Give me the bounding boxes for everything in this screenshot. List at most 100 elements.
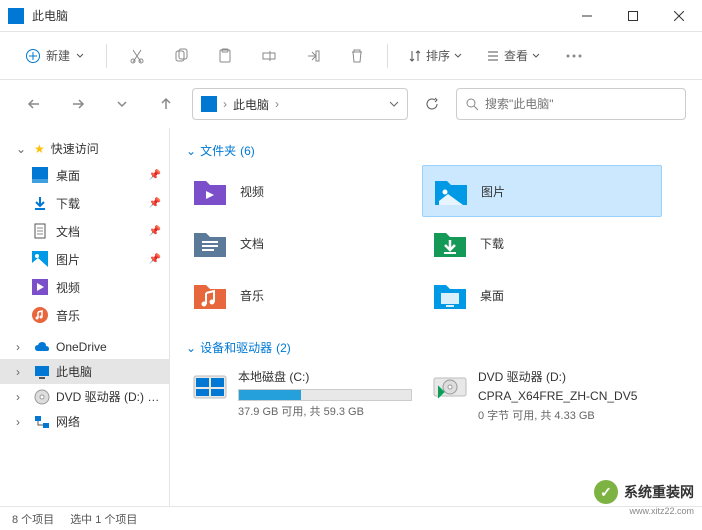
watermark-url: www.xitz22.com	[629, 506, 694, 516]
view-icon	[486, 49, 500, 63]
more-button[interactable]	[556, 38, 592, 74]
recent-button[interactable]	[104, 86, 140, 122]
search-icon	[465, 97, 479, 111]
chevron-down-icon: ⌄	[16, 142, 28, 156]
music-icon	[32, 307, 48, 323]
back-button[interactable]	[16, 86, 52, 122]
refresh-button[interactable]	[416, 88, 448, 120]
body-area: ⌄ ★ 快速访问 桌面 📌 下载 📌 文档 📌 图片	[0, 128, 702, 506]
rename-button[interactable]	[251, 38, 287, 74]
folder-label: 视频	[240, 183, 264, 200]
trash-icon	[349, 48, 365, 64]
app-icon	[8, 8, 24, 24]
chevron-right-icon: ›	[16, 365, 28, 379]
sidebar-onedrive[interactable]: › OneDrive	[0, 335, 169, 359]
drive-name: DVD 驱动器 (D:)	[478, 368, 652, 385]
drives-grid: 本地磁盘 (C:) 37.9 GB 可用, 共 59.3 GB DVD 驱动器 …	[182, 362, 690, 429]
breadcrumb-location[interactable]: 此电脑	[233, 96, 269, 113]
sidebar-item-downloads[interactable]: 下载 📌	[0, 189, 169, 217]
separator	[387, 44, 388, 68]
folder-label: 文档	[240, 235, 264, 252]
folder-desktop[interactable]: 桌面	[422, 269, 662, 321]
drive-c[interactable]: 本地磁盘 (C:) 37.9 GB 可用, 共 59.3 GB	[182, 362, 422, 429]
chevron-down-icon	[454, 52, 462, 60]
selected-count: 选中 1 个项目	[70, 511, 137, 527]
search-box[interactable]	[456, 88, 686, 120]
window-controls	[564, 0, 702, 32]
up-button[interactable]	[148, 86, 184, 122]
network-icon	[34, 414, 50, 430]
section-folders[interactable]: ⌄ 文件夹 (6)	[182, 136, 690, 165]
drive-name2: CPRA_X64FRE_ZH-CN_DV5	[478, 389, 652, 403]
copy-button[interactable]	[163, 38, 199, 74]
sidebar-item-label: 桌面	[56, 167, 141, 184]
view-button[interactable]: 查看	[478, 41, 548, 70]
sidebar-item-pictures[interactable]: 图片 📌	[0, 245, 169, 273]
toolbar: 新建 排序 查看	[0, 32, 702, 80]
chevron-down-icon	[117, 99, 127, 109]
view-label: 查看	[504, 47, 528, 64]
sort-button[interactable]: 排序	[400, 41, 470, 70]
share-button[interactable]	[295, 38, 331, 74]
close-button[interactable]	[656, 0, 702, 32]
rename-icon	[261, 48, 277, 64]
folder-documents[interactable]: 文档	[182, 217, 422, 269]
document-icon	[32, 223, 48, 239]
chevron-down-icon	[532, 52, 540, 60]
folder-pictures[interactable]: 图片	[422, 165, 662, 217]
sidebar-quick-access[interactable]: ⌄ ★ 快速访问	[0, 136, 169, 161]
sidebar-dvd[interactable]: › DVD 驱动器 (D:) CP	[0, 384, 169, 409]
sort-icon	[408, 49, 422, 63]
disc-icon	[34, 389, 50, 405]
chevron-down-icon: ⌄	[186, 144, 196, 158]
search-input[interactable]	[485, 97, 677, 111]
sort-label: 排序	[426, 47, 450, 64]
folder-music[interactable]: 音乐	[182, 269, 422, 321]
cut-icon	[129, 48, 145, 64]
sidebar-item-label: 图片	[56, 251, 141, 268]
arrow-up-icon	[159, 97, 173, 111]
breadcrumb-separator: ›	[223, 97, 227, 111]
desktop-folder-icon	[432, 277, 468, 313]
minimize-button[interactable]	[564, 0, 610, 32]
chevron-down-icon: ⌄	[186, 341, 196, 355]
chevron-right-icon: ›	[16, 340, 28, 354]
chevron-right-icon: ›	[16, 390, 28, 404]
folders-grid: 视频 图片 文档 下载 音乐 桌面	[182, 165, 690, 321]
chevron-down-icon[interactable]	[389, 99, 399, 109]
drive-dvd[interactable]: DVD 驱动器 (D:) CPRA_X64FRE_ZH-CN_DV5 0 字节 …	[422, 362, 662, 429]
pc-icon	[34, 364, 50, 380]
sidebar-network[interactable]: › 网络	[0, 409, 169, 434]
drive-icon	[192, 368, 228, 404]
sidebar-this-pc[interactable]: › 此电脑	[0, 359, 169, 384]
paste-button[interactable]	[207, 38, 243, 74]
new-button[interactable]: 新建	[16, 41, 94, 70]
download-icon	[32, 195, 48, 211]
section-devices[interactable]: ⌄ 设备和驱动器 (2)	[182, 333, 690, 362]
folder-downloads[interactable]: 下载	[422, 217, 662, 269]
sidebar-item-documents[interactable]: 文档 📌	[0, 217, 169, 245]
address-bar[interactable]: › 此电脑 ›	[192, 88, 408, 120]
sidebar-item-music[interactable]: 音乐	[0, 301, 169, 329]
sidebar-item-videos[interactable]: 视频	[0, 273, 169, 301]
drive-info: 本地磁盘 (C:) 37.9 GB 可用, 共 59.3 GB	[238, 368, 412, 423]
sidebar-item-label: 文档	[56, 223, 141, 240]
statusbar: 8 个项目 选中 1 个项目	[0, 506, 702, 530]
folder-label: 图片	[481, 183, 505, 200]
plus-icon	[26, 49, 40, 63]
drive-subtitle: 0 字节 可用, 共 4.33 GB	[478, 407, 652, 423]
forward-button[interactable]	[60, 86, 96, 122]
cut-button[interactable]	[119, 38, 155, 74]
ellipsis-icon	[566, 54, 582, 58]
folder-videos[interactable]: 视频	[182, 165, 422, 217]
this-pc-label: 此电脑	[56, 363, 92, 380]
navbar: › 此电脑 ›	[0, 80, 702, 128]
delete-button[interactable]	[339, 38, 375, 74]
sidebar: ⌄ ★ 快速访问 桌面 📌 下载 📌 文档 📌 图片	[0, 128, 170, 506]
content-area: ⌄ 文件夹 (6) 视频 图片 文档 下载 音乐	[170, 128, 702, 506]
sidebar-item-desktop[interactable]: 桌面 📌	[0, 161, 169, 189]
onedrive-label: OneDrive	[56, 340, 107, 354]
maximize-button[interactable]	[610, 0, 656, 32]
arrow-right-icon	[71, 97, 85, 111]
section-count: (6)	[240, 144, 255, 158]
